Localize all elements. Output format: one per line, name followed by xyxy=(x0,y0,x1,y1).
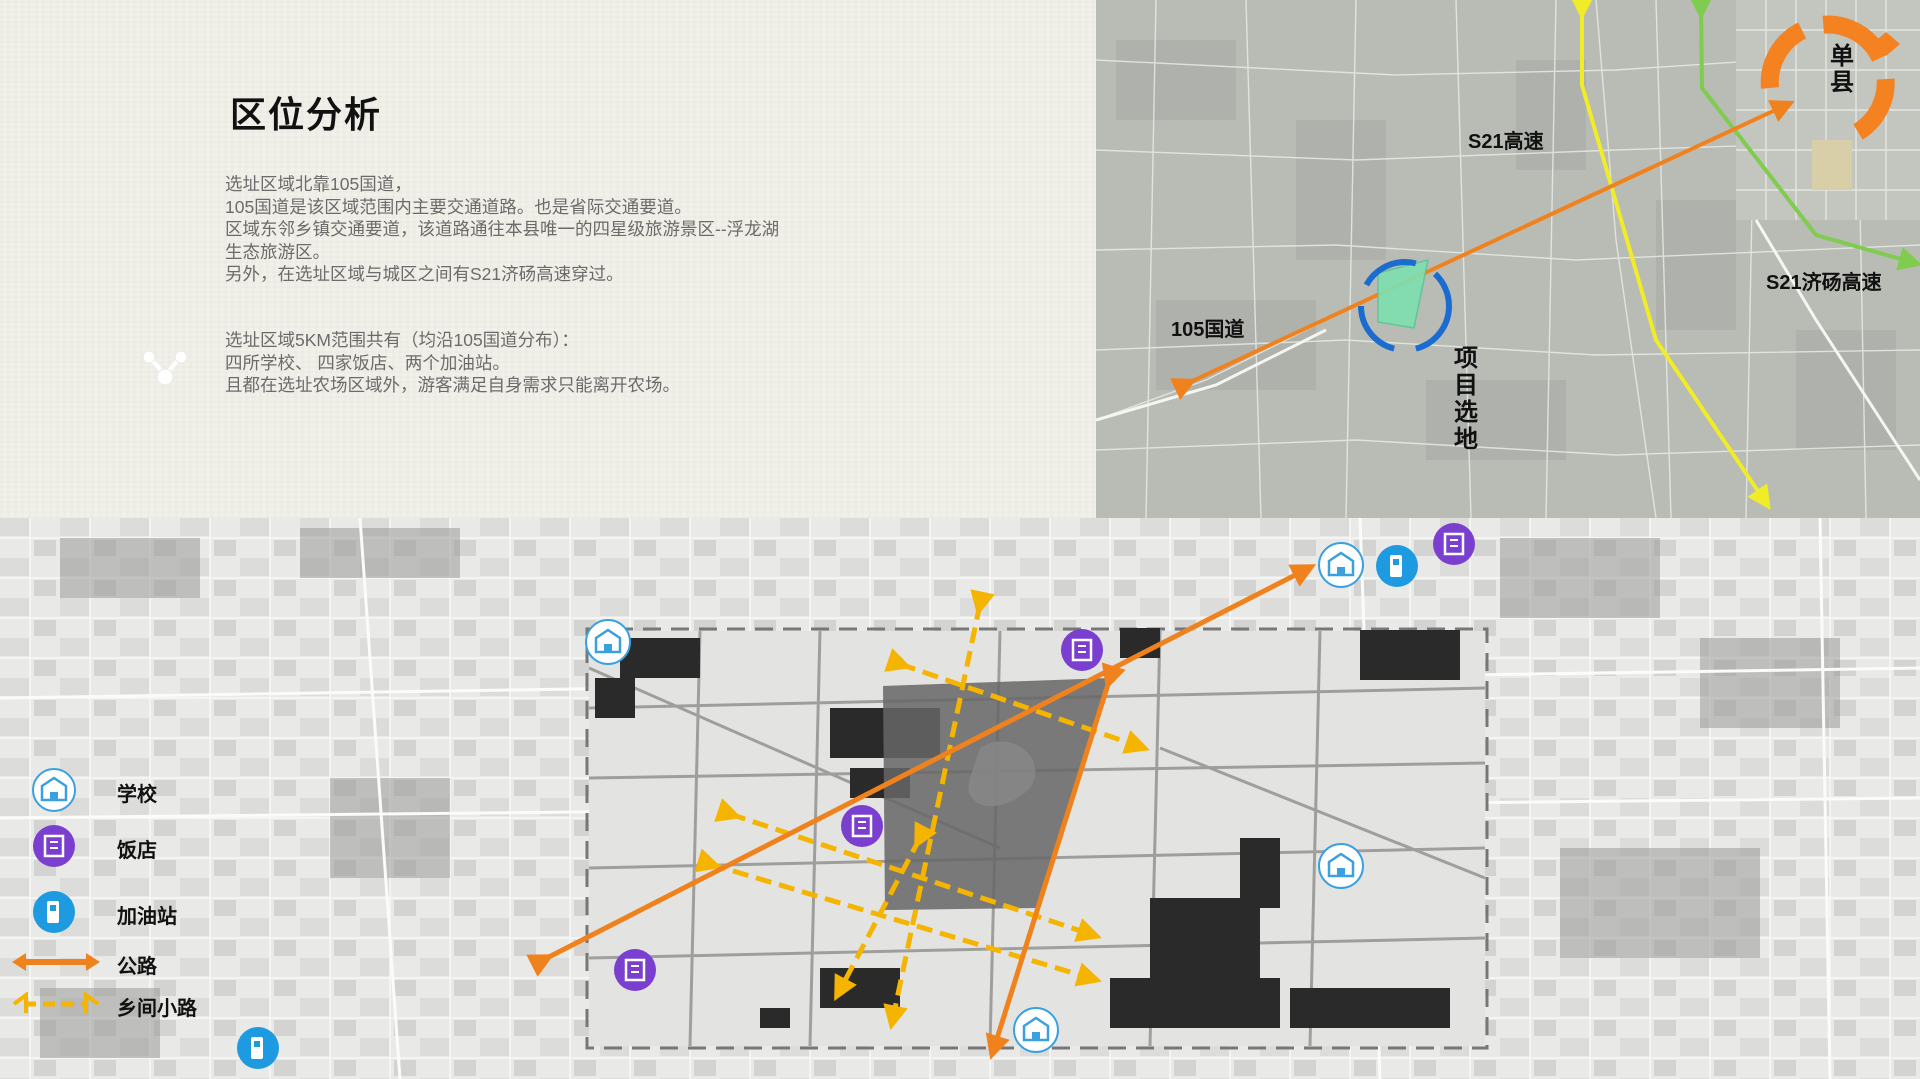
school-icon xyxy=(32,768,76,812)
legend-label: 乡间小路 xyxy=(117,998,197,1020)
network-icon xyxy=(142,350,188,386)
restaurant-icon xyxy=(33,825,75,867)
legend-label: 学校 xyxy=(117,784,157,806)
school-icon xyxy=(1318,843,1364,889)
highway-arrow-icon xyxy=(12,953,100,971)
country-road-arrow-icon xyxy=(12,992,100,1013)
description-paragraph-2: 选址区域5KM范围共有（均沿105国道分布）： 四所学校、 四家饭店、两个加油站… xyxy=(225,329,845,397)
s21-highway-label: S21高速 xyxy=(1468,129,1544,153)
description-line: 四所学校、 四家饭店、两个加油站。 xyxy=(225,352,510,373)
school-icon xyxy=(1013,1007,1059,1053)
legend-item-school: 学校 xyxy=(0,768,260,812)
description-line: 生态旅游区。 xyxy=(225,241,330,262)
text-panel: 区位分析 选址区域北靠105国道， 105国道是该区域范围内主要交通道路。也是省… xyxy=(0,0,1096,518)
project-site-label-char: 项 xyxy=(1454,345,1478,372)
description-line: 105国道是该区域范围内主要交通道路。也是省际交通要道。 xyxy=(225,196,692,217)
county-label-char: 县 xyxy=(1830,69,1854,96)
description-line: 区域东邻乡镇交通要道，该道路通往本县唯一的四星级旅游景区--浮龙湖 xyxy=(225,219,780,239)
description-line: 选址区域5KM范围共有（均沿105国道分布）： xyxy=(225,330,579,350)
school-icon xyxy=(1318,542,1364,588)
restaurant-icon xyxy=(614,949,656,991)
restaurant-icon xyxy=(1433,523,1475,565)
description-line: 且都在选址农场区域外，游客满足自身需求只能离开农场。 xyxy=(225,375,680,395)
road-105-label: 105国道 xyxy=(1171,317,1244,341)
restaurant-icon xyxy=(841,805,883,847)
restaurant-icon xyxy=(1061,629,1103,671)
project-site-label-char: 目 xyxy=(1454,372,1478,399)
legend-label: 公路 xyxy=(117,956,157,978)
project-site-label-char: 地 xyxy=(1454,426,1478,453)
legend-item-country-road: 乡间小路 xyxy=(0,982,260,1026)
county-label-char: 单 xyxy=(1830,43,1854,70)
legend-item-restaurant: 饭店 xyxy=(0,824,260,868)
gas-station-icon xyxy=(1376,545,1418,587)
project-site-label-char: 选 xyxy=(1454,399,1478,426)
description-line: 另外，在选址区域与城区之间有S21济砀高速穿过。 xyxy=(225,264,624,284)
map-legend: 学校 饭店 加油站 公路 乡间小路 xyxy=(0,760,260,1030)
legend-item-highway: 公路 xyxy=(0,940,260,984)
legend-item-gas-station: 加油站 xyxy=(0,890,260,934)
regional-location-map: S21高速 S21济砀高速 105国道 单 县 项 目 选 地 xyxy=(1096,0,1920,518)
legend-label: 加油站 xyxy=(117,906,177,928)
school-icon xyxy=(585,619,631,665)
gas-station-icon xyxy=(237,1027,279,1069)
site-surroundings-map xyxy=(0,518,1920,1079)
page-title: 区位分析 xyxy=(230,94,383,135)
gas-station-icon xyxy=(33,891,75,933)
site-interior xyxy=(588,628,1486,1047)
description-paragraph-1: 选址区域北靠105国道， 105国道是该区域范围内主要交通道路。也是省际交通要道… xyxy=(225,173,845,286)
s21-jidang-highway-label: S21济砀高速 xyxy=(1766,270,1882,294)
description-line: 选址区域北靠105国道， xyxy=(225,174,412,194)
legend-label: 饭店 xyxy=(117,840,157,862)
